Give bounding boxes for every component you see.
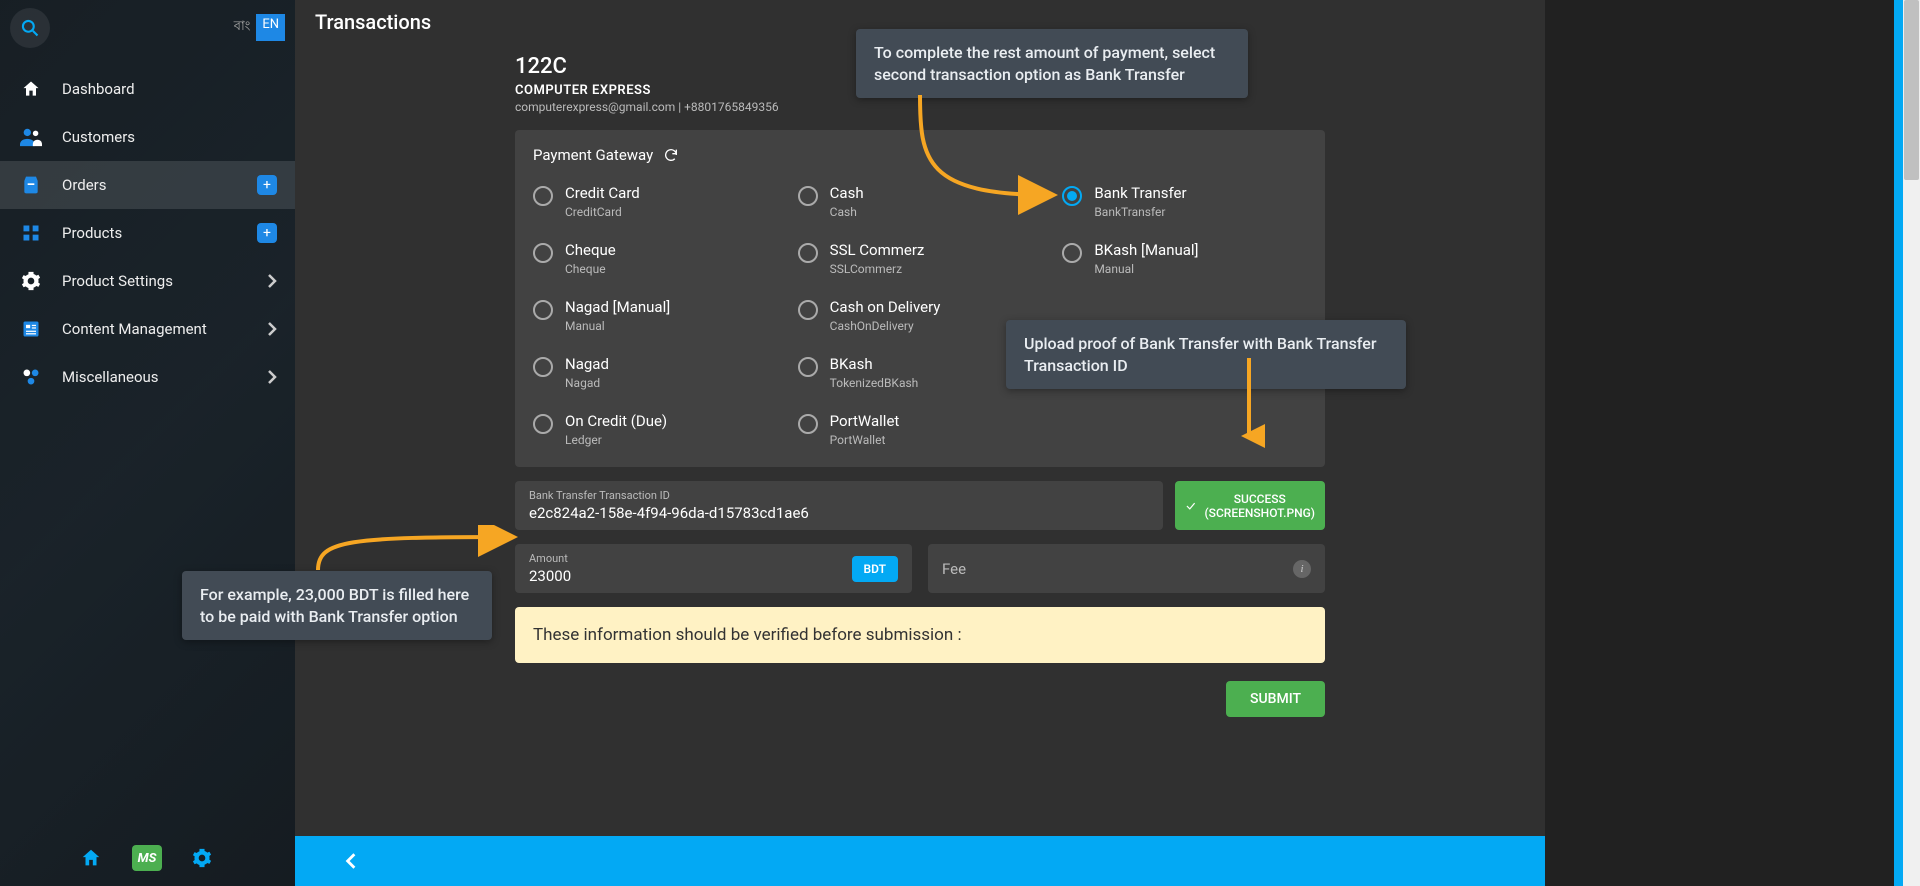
sidebar-item-label: Miscellaneous [62, 368, 267, 386]
callout-top: To complete the rest amount of payment, … [856, 29, 1248, 98]
method-cash[interactable]: CashCash [798, 180, 1043, 223]
method-ssl-commerz[interactable]: SSL CommerzSSLCommerz [798, 237, 1043, 280]
search-button[interactable] [10, 8, 50, 48]
chevron-right-icon [267, 321, 277, 337]
check-icon [1185, 499, 1197, 513]
sidebar-item-miscellaneous[interactable]: Miscellaneous [0, 353, 295, 401]
footer-gear-icon[interactable] [192, 848, 212, 868]
nav: Dashboard Customers Orders + Products + … [0, 65, 295, 401]
sidebar-item-label: Customers [62, 128, 277, 146]
gear-icon [18, 271, 44, 291]
people-icon [18, 127, 44, 147]
method-nagad[interactable]: NagadNagad [533, 351, 778, 394]
info-icon[interactable]: i [1293, 560, 1311, 578]
sidebar-item-label: Product Settings [62, 272, 267, 290]
back-icon[interactable] [345, 852, 357, 870]
lang-bn[interactable]: বাং [228, 14, 257, 41]
amount-value: 23000 [529, 567, 852, 585]
submit-button[interactable]: SUBMIT [1226, 681, 1325, 717]
method-credit-card[interactable]: Credit CardCreditCard [533, 180, 778, 223]
txid-value: e2c824a2-158e-4f94-96da-d15783cd1ae6 [529, 504, 1149, 522]
method-bank-transfer[interactable]: Bank TransferBankTransfer [1062, 180, 1307, 223]
search-icon [20, 18, 40, 38]
payment-gateway-panel: Payment Gateway Credit CardCreditCard Ca… [515, 130, 1325, 467]
fee-field[interactable]: Fee i [928, 544, 1325, 593]
method-cheque[interactable]: ChequeCheque [533, 237, 778, 280]
currency-badge: BDT [852, 556, 898, 582]
sidebar-item-label: Content Management [62, 320, 267, 338]
lang-en[interactable]: EN [256, 14, 285, 41]
scrollbar-thumb[interactable] [1904, 0, 1919, 180]
footer-ms-badge[interactable]: MS [132, 845, 162, 871]
refresh-icon[interactable] [663, 147, 679, 163]
sidebar-item-orders[interactable]: Orders + [0, 161, 295, 209]
sidebar-item-dashboard[interactable]: Dashboard [0, 65, 295, 113]
warning-banner: These information should be verified bef… [515, 607, 1325, 663]
bottom-bar [295, 836, 1545, 886]
amount-label: Amount [529, 552, 852, 565]
right-accent-strip [1894, 0, 1903, 886]
callout-amount: For example, 23,000 BDT is filled here t… [182, 571, 492, 640]
sidebar: বাং EN Dashboard Customers Orders + Prod… [0, 0, 295, 886]
method-on-credit-due[interactable]: On Credit (Due)Ledger [533, 408, 778, 451]
misc-icon [18, 367, 44, 387]
sidebar-item-product-settings[interactable]: Product Settings [0, 257, 295, 305]
panel-title-text: Payment Gateway [533, 146, 653, 164]
sidebar-item-label: Products [62, 224, 257, 242]
main-content: Transactions 122C COMPUTER EXPRESS compu… [295, 0, 1545, 886]
sidebar-item-customers[interactable]: Customers [0, 113, 295, 161]
amount-field[interactable]: Amount 23000 BDT [515, 544, 912, 593]
callout-upload: Upload proof of Bank Transfer with Bank … [1006, 320, 1406, 389]
sidebar-item-products[interactable]: Products + [0, 209, 295, 257]
customer-contact: computerexpress@gmail.com | +88017658493… [515, 100, 1325, 114]
sidebar-item-content-management[interactable]: Content Management [0, 305, 295, 353]
language-toggle[interactable]: বাং EN [228, 14, 285, 41]
method-nagad-manual[interactable]: Nagad [Manual]Manual [533, 294, 778, 337]
sidebar-item-label: Orders [62, 176, 257, 194]
upload-success-badge[interactable]: SUCCESS(SCREENSHOT.PNG) [1175, 481, 1325, 530]
add-order-button[interactable]: + [257, 175, 277, 195]
content-icon [18, 319, 44, 339]
method-bkash-manual[interactable]: BKash [Manual]Manual [1062, 237, 1307, 280]
sidebar-item-label: Dashboard [62, 80, 277, 98]
chevron-right-icon [267, 273, 277, 289]
fee-placeholder: Fee [942, 560, 966, 578]
method-portwallet[interactable]: PortWalletPortWallet [798, 408, 1043, 451]
txid-label: Bank Transfer Transaction ID [529, 489, 1149, 502]
add-product-button[interactable]: + [257, 223, 277, 243]
home-icon [18, 79, 44, 99]
orders-icon [18, 175, 44, 195]
sidebar-footer: MS [0, 830, 295, 886]
products-icon [18, 223, 44, 243]
footer-home-icon[interactable] [80, 847, 102, 869]
scrollbar[interactable] [1903, 0, 1920, 886]
transaction-id-field[interactable]: Bank Transfer Transaction ID e2c824a2-15… [515, 481, 1163, 530]
chevron-right-icon [267, 369, 277, 385]
